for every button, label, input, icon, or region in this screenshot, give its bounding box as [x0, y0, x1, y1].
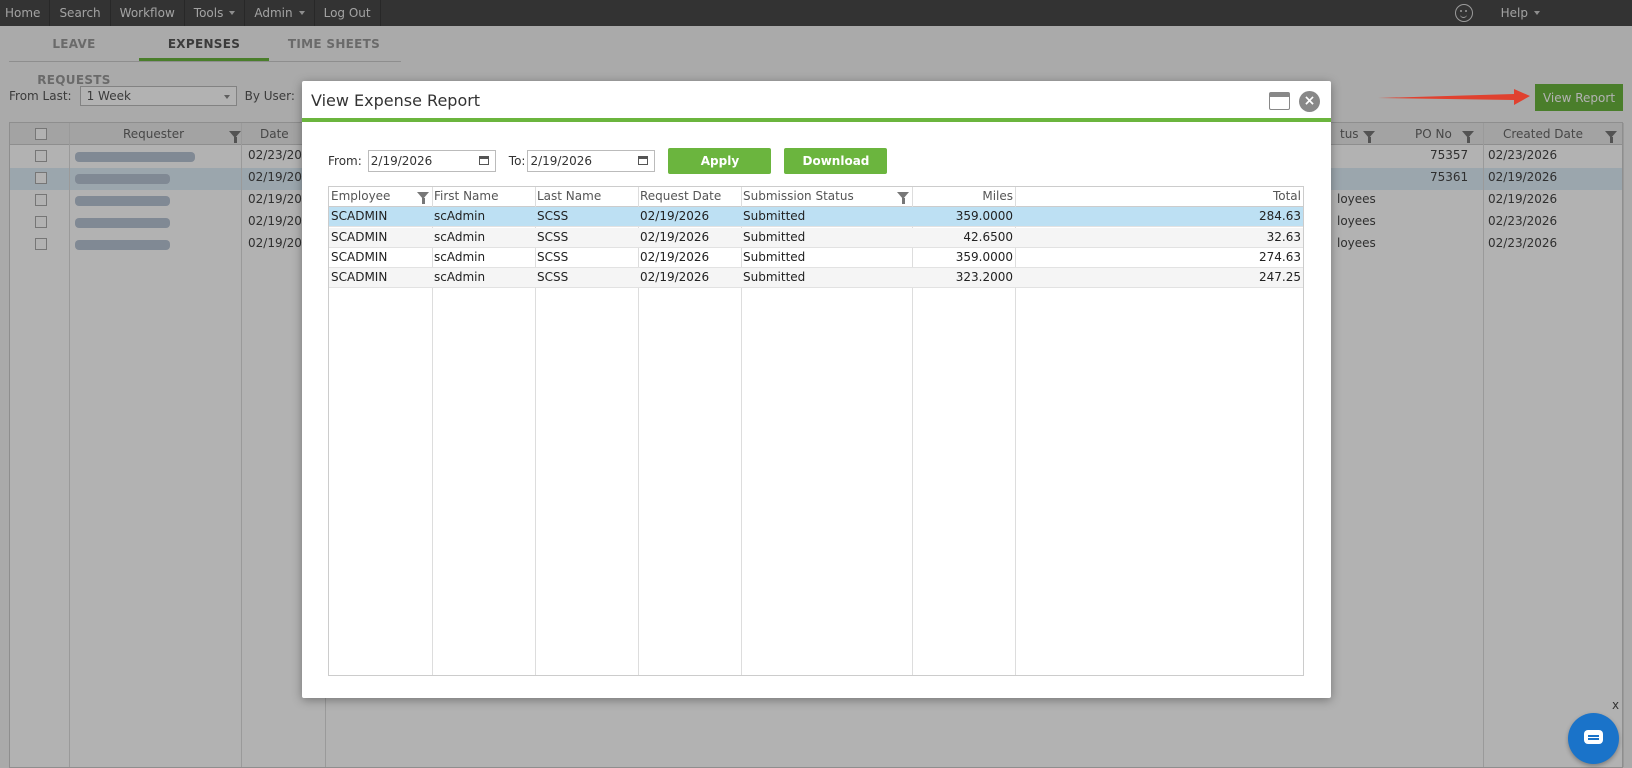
column-header-miles[interactable]: Miles — [982, 189, 1013, 203]
cell-miles: 323.2000 — [955, 270, 1013, 284]
cell-miles: 42.6500 — [963, 230, 1013, 244]
apply-button[interactable]: Apply — [668, 148, 772, 174]
report-grid: Employee First Name Last Name Request Da… — [328, 186, 1304, 676]
cell-status: Submitted — [743, 250, 806, 264]
cell-status: Submitted — [743, 270, 806, 284]
cell-miles: 359.0000 — [955, 250, 1013, 264]
to-date-value: 2/19/2026 — [530, 154, 592, 168]
cell-total: 274.63 — [1259, 250, 1301, 264]
cell-first-name: scAdmin — [434, 209, 486, 223]
filter-icon[interactable] — [417, 192, 429, 204]
column-header-submission-status[interactable]: Submission Status — [743, 189, 854, 203]
to-date-input[interactable]: 2/19/2026 — [527, 150, 656, 172]
from-date-value: 2/19/2026 — [370, 154, 433, 168]
chat-button[interactable] — [1568, 713, 1619, 764]
chat-icon — [1584, 730, 1603, 744]
cell-total: 284.63 — [1259, 209, 1301, 223]
cell-request-date: 02/19/2026 — [640, 250, 710, 264]
from-date-input[interactable]: 2/19/2026 — [367, 150, 496, 172]
cell-last-name: SCSS — [537, 270, 569, 284]
maximize-icon[interactable] — [1269, 92, 1290, 110]
modal-header: View Expense Report × — [302, 81, 1331, 122]
download-button[interactable]: Download — [784, 148, 888, 174]
table-row[interactable]: SCADMIN scAdmin SCSS 02/19/2026 Submitte… — [329, 207, 1303, 227]
table-row[interactable]: SCADMIN scAdmin SCSS 02/19/2026 Submitte… — [329, 268, 1303, 288]
to-label: To: — [508, 154, 526, 168]
cell-total: 247.25 — [1259, 270, 1301, 284]
cell-request-date: 02/19/2026 — [640, 270, 710, 284]
cell-employee: SCADMIN — [331, 209, 388, 223]
cell-miles: 359.0000 — [955, 209, 1013, 223]
cell-total: 32.63 — [1266, 230, 1301, 244]
table-row[interactable]: SCADMIN scAdmin SCSS 02/19/2026 Submitte… — [329, 228, 1303, 248]
cell-status: Submitted — [743, 209, 806, 223]
column-header-first-name[interactable]: First Name — [434, 189, 498, 203]
chat-close-button[interactable]: x — [1612, 698, 1619, 712]
cell-first-name: scAdmin — [434, 270, 486, 284]
column-header-request-date[interactable]: Request Date — [640, 189, 721, 203]
expense-report-modal: View Expense Report × From: 2/19/2026 To… — [302, 81, 1331, 698]
cell-first-name: scAdmin — [434, 250, 486, 264]
arrow-annotation-icon — [1378, 89, 1530, 105]
cell-first-name: scAdmin — [434, 230, 486, 244]
cell-employee: SCADMIN — [331, 230, 388, 244]
cell-employee: SCADMIN — [331, 270, 388, 284]
cell-status: Submitted — [743, 230, 806, 244]
cell-last-name: SCSS — [537, 209, 569, 223]
column-header-last-name[interactable]: Last Name — [537, 189, 601, 203]
cell-employee: SCADMIN — [331, 250, 388, 264]
cell-last-name: SCSS — [537, 250, 569, 264]
calendar-icon[interactable] — [478, 156, 489, 165]
column-header-total[interactable]: Total — [1273, 189, 1301, 203]
cell-request-date: 02/19/2026 — [640, 230, 710, 244]
cell-request-date: 02/19/2026 — [640, 209, 710, 223]
column-header-employee[interactable]: Employee — [331, 189, 390, 203]
table-row[interactable]: SCADMIN scAdmin SCSS 02/19/2026 Submitte… — [329, 248, 1303, 268]
modal-title: View Expense Report — [311, 91, 481, 110]
filter-icon[interactable] — [897, 192, 909, 204]
calendar-icon[interactable] — [638, 156, 649, 165]
from-label: From: — [328, 154, 362, 168]
close-icon[interactable]: × — [1299, 91, 1320, 112]
date-range-row: From: 2/19/2026 To: 2/19/2026 Apply Down… — [328, 148, 888, 174]
cell-last-name: SCSS — [537, 230, 569, 244]
